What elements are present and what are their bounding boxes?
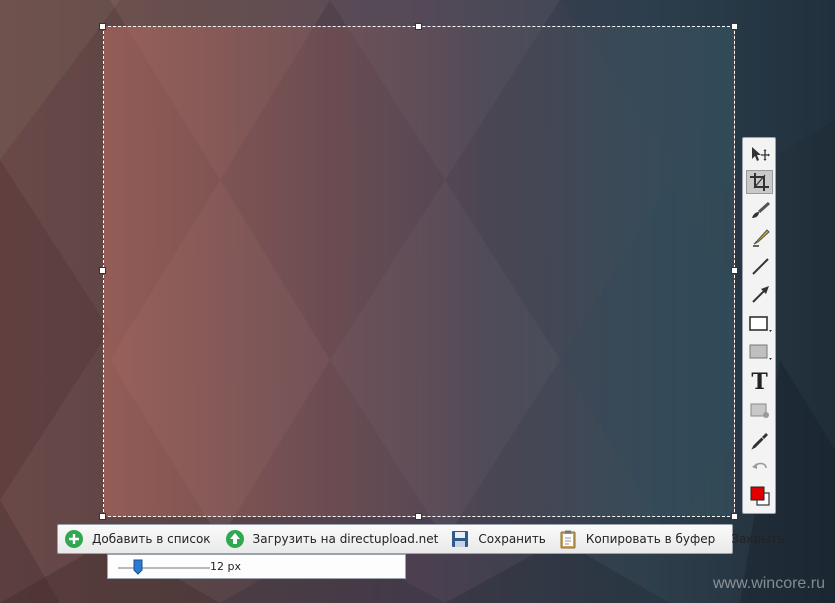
add-to-list-button[interactable]: Добавить в список [58,525,217,553]
brush-icon [751,201,770,218]
size-panel: 12 px [107,554,406,579]
resize-handle-bottom[interactable] [415,513,422,520]
rectangle-outline-icon [748,316,772,332]
undo-icon [751,462,767,469]
resize-handle-top[interactable] [415,23,422,30]
tool-blur[interactable] [746,398,773,422]
upload-label: Загрузить на directupload.net [252,532,439,546]
tool-color[interactable] [746,484,773,508]
marker-icon [752,229,770,247]
tool-marker[interactable] [746,226,773,250]
save-button[interactable]: Сохранить [444,525,552,553]
resize-handle-right[interactable] [731,267,738,274]
add-icon [64,529,84,549]
tool-rectangle-filled[interactable] [746,340,773,364]
resize-handle-top-left[interactable] [99,23,106,30]
line-icon [751,258,769,275]
resize-handle-top-right[interactable] [731,23,738,30]
action-bar: Добавить в список Загрузить на directupl… [57,524,785,554]
tool-text[interactable]: T [746,370,773,394]
capture-selection[interactable] [103,26,735,517]
tool-brush[interactable] [746,198,773,222]
drawing-toolbar: T [742,137,776,514]
upload-icon [225,529,245,549]
size-slider-thumb[interactable] [133,559,143,575]
size-value: 12 px [210,560,241,573]
tool-arrow[interactable] [746,282,773,306]
blur-icon [750,403,769,418]
eyedropper-icon [750,433,768,450]
add-to-list-label: Добавить в список [92,532,211,546]
text-icon: T [751,369,768,395]
save-label: Сохранить [478,532,546,546]
tool-line[interactable] [746,254,773,278]
color-swatch-icon [750,486,770,506]
move-icon [751,147,770,161]
resize-handle-bottom-right[interactable] [731,513,738,520]
crop-icon [749,173,769,191]
copy-label: Копировать в буфер [585,532,716,546]
resize-handle-bottom-left[interactable] [99,513,106,520]
close-label: Закрыть [731,532,785,546]
tool-move[interactable] [746,142,773,166]
clipboard-icon [558,529,578,549]
resize-handle-left[interactable] [99,267,106,274]
tool-rectangle-outline[interactable] [746,312,773,336]
copy-to-clipboard-button[interactable]: Копировать в буфер [552,525,721,553]
tool-eyedropper[interactable] [746,428,773,452]
arrow-icon [751,286,769,303]
close-button[interactable]: Закрыть [721,525,790,553]
tool-undo[interactable] [746,456,773,480]
size-slider-track[interactable] [118,567,210,569]
upload-button[interactable]: Загрузить на directupload.net [217,525,445,553]
tool-crop[interactable] [746,170,773,194]
save-icon [450,529,470,549]
watermark: www.wincore.ru [712,575,825,592]
rectangle-filled-icon [749,344,772,360]
